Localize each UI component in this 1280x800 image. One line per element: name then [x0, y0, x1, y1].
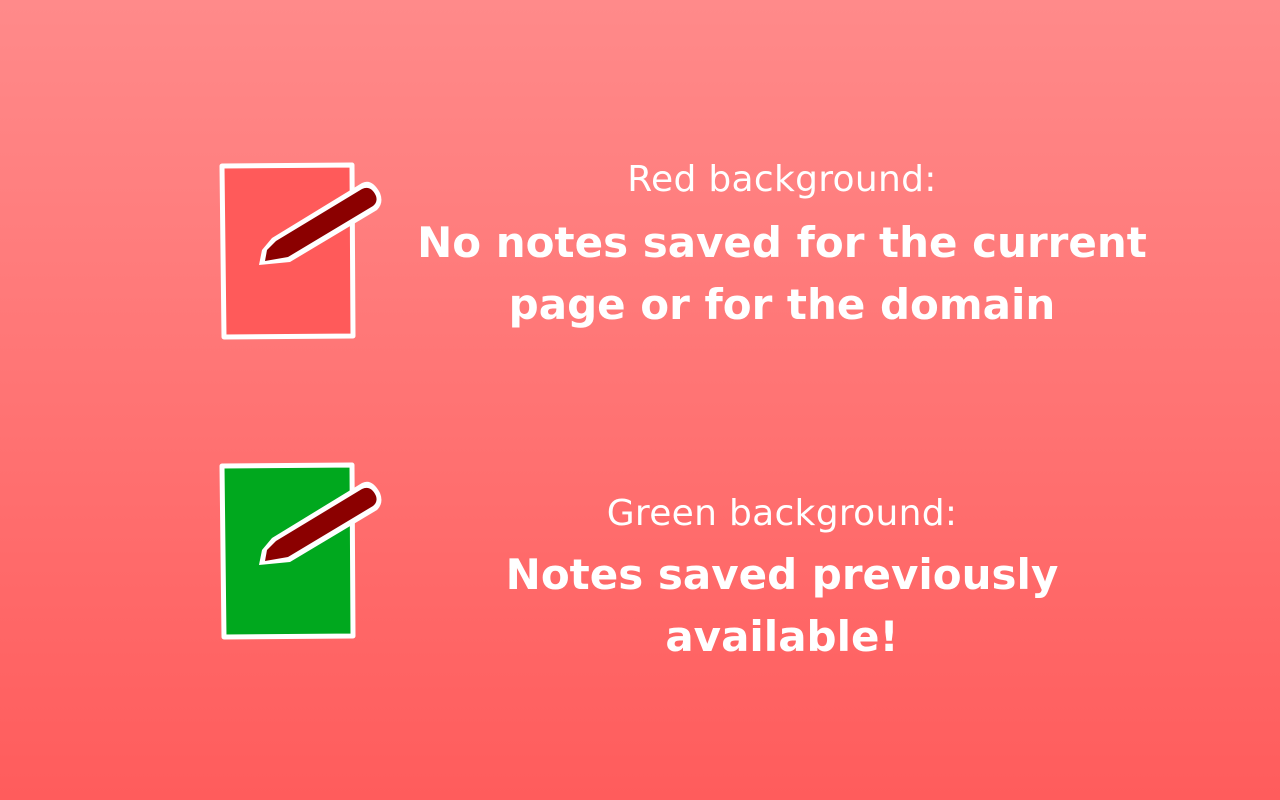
red-state-text: Red background: No notes saved for the c… [400, 158, 1164, 336]
note-pencil-icon [212, 158, 392, 343]
red-state-headline-line1: No notes saved for the current [417, 218, 1147, 267]
red-state-headline: No notes saved for the current page or f… [400, 212, 1164, 336]
green-state-row: Green background: Notes saved previously… [0, 450, 1280, 661]
red-state-headline-line2: page or for the domain [508, 280, 1056, 329]
note-pencil-icon [212, 458, 392, 643]
green-state-caption: Green background: [606, 493, 958, 534]
green-state-headline: Notes saved previously available! [505, 550, 1059, 661]
red-state-row: Red background: No notes saved for the c… [0, 150, 1280, 350]
green-state-text: Green background: Notes saved previously… [400, 492, 1164, 668]
red-state-caption: Red background: [627, 159, 937, 200]
